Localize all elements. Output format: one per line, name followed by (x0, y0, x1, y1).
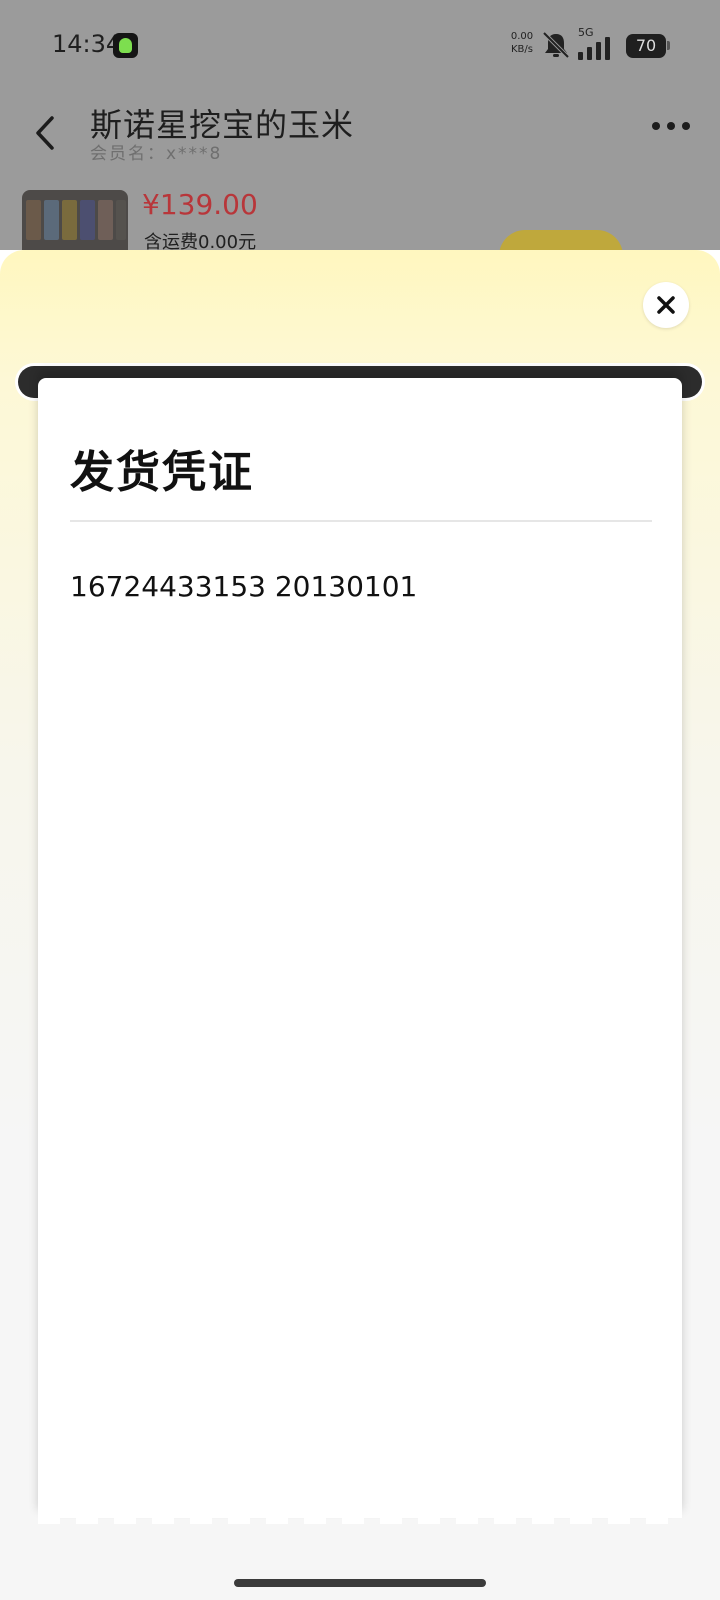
back-button[interactable] (28, 108, 64, 158)
voucher-content: 16724433153 20130101 (70, 570, 418, 603)
network-type: 5G (578, 26, 594, 39)
divider (70, 520, 652, 522)
network-speed-unit: KB/s (511, 44, 533, 55)
network-speed-value: 0.00 (510, 31, 534, 42)
close-icon[interactable] (643, 282, 689, 328)
shipping-fee: 含运费0.00元 (144, 232, 257, 250)
battery-icon: 70 (626, 34, 666, 58)
status-time: 14:34 (52, 30, 122, 58)
network-speed: 0.00 KB/s (506, 30, 538, 56)
battery-cap (667, 41, 670, 50)
receipt-perforated-edge (38, 1512, 682, 1524)
member-name: 会员名：x***8 (90, 144, 223, 164)
product-summary[interactable]: ¥139.00 含运费0.00元 (0, 190, 720, 250)
product-price: ¥139.00 (142, 190, 258, 221)
more-dots-icon[interactable] (648, 116, 694, 136)
chat-header: 斯诺星挖宝的玉米 会员名：x***8 (0, 90, 720, 190)
product-action-button[interactable] (499, 230, 623, 250)
bell-off-icon (542, 31, 570, 59)
status-bar: 14:34 0.00 KB/s 5G 70 (0, 0, 720, 90)
signal-bars-icon: 5G (578, 26, 618, 60)
app-notification-icon (113, 33, 138, 58)
home-indicator[interactable] (234, 1579, 486, 1587)
shipping-voucher-card: 发货凭证 16724433153 20130101 (38, 378, 682, 1518)
voucher-title: 发货凭证 (70, 447, 254, 498)
product-thumbnail[interactable] (22, 190, 128, 250)
voucher-sheet: 发货凭证 16724433153 20130101 (0, 250, 720, 1600)
